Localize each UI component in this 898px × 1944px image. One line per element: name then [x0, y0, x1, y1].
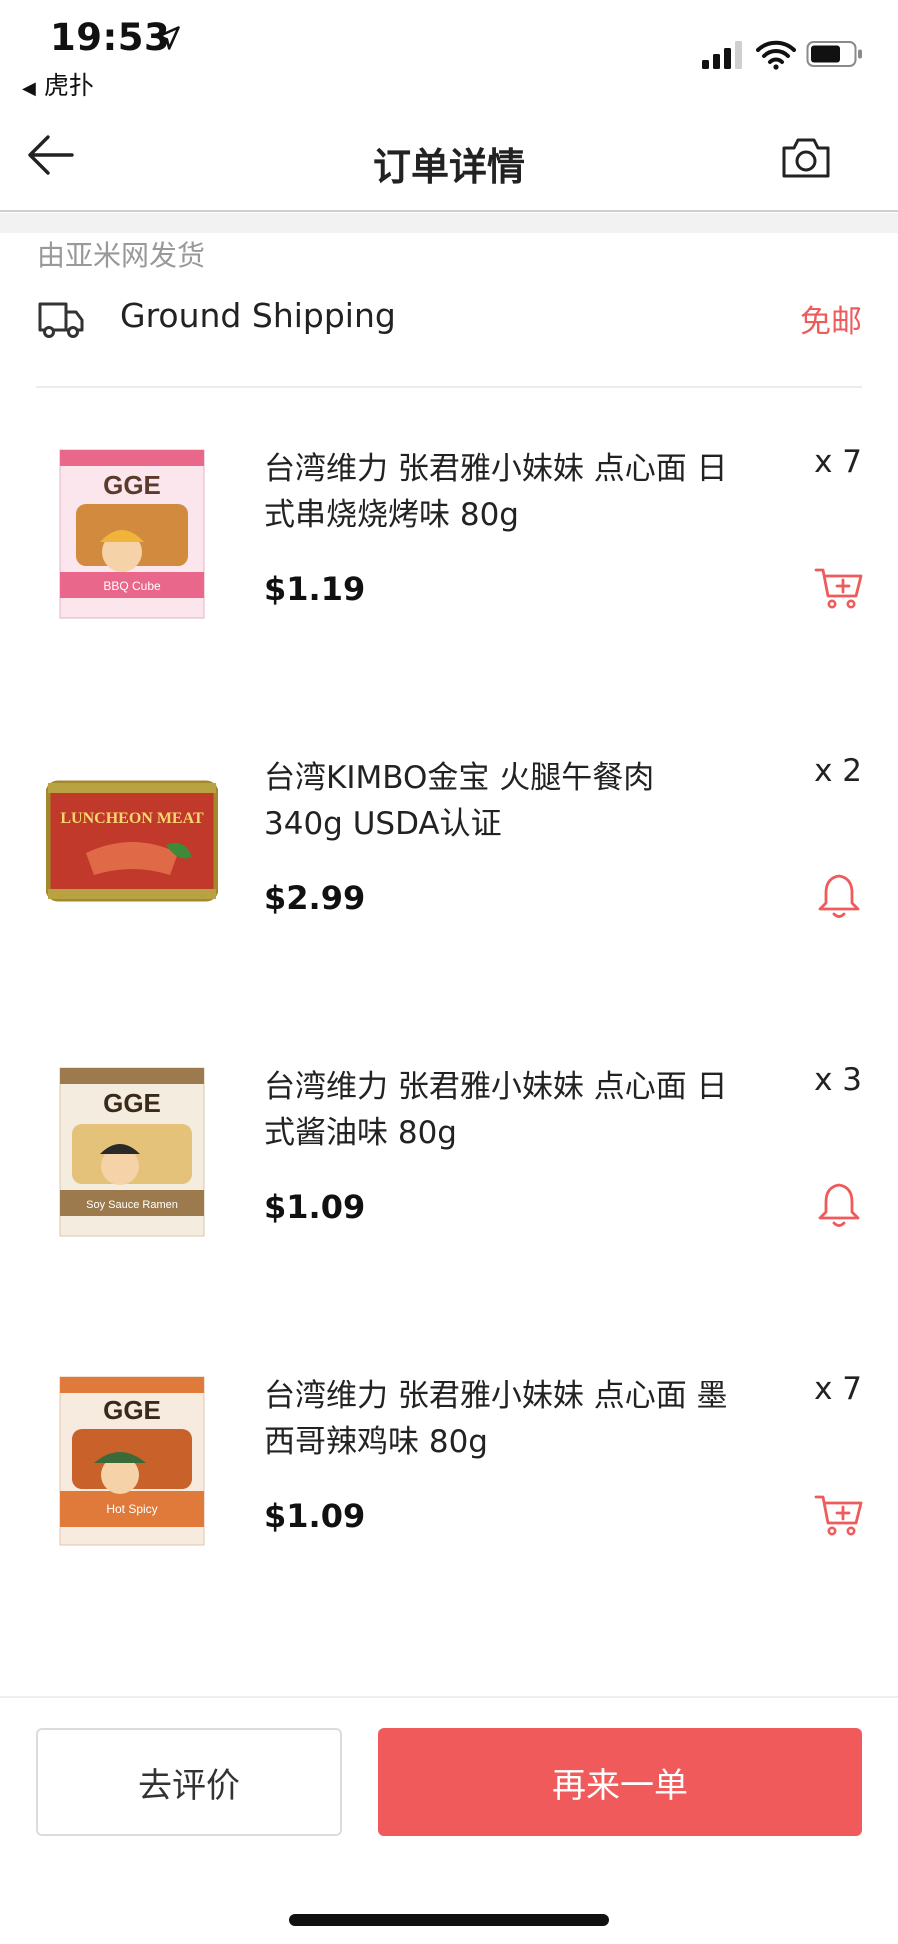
item-name[interactable]: 台湾维力 张君雅小妹妹 点心面 日式酱油味 80g — [264, 1064, 734, 1156]
bell-icon[interactable] — [814, 871, 864, 921]
package-brand-text: GGE — [103, 470, 161, 500]
package-brand-text: LUNCHEON MEAT — [60, 810, 204, 827]
item-price: $2.99 — [264, 879, 366, 917]
order-item[interactable]: GGE Soy Sauce Ramen 台湾维力 张君雅小妹妹 点心面 日式酱油… — [0, 1006, 898, 1315]
wifi-icon — [756, 40, 796, 70]
back-app-label: 虎扑 — [43, 71, 94, 100]
item-price: $1.09 — [264, 1497, 366, 1535]
cellular-signal-icon — [702, 41, 742, 69]
item-quantity: x 7 — [814, 1371, 862, 1407]
order-item[interactable]: GGE Hot Spicy 台湾维力 张君雅小妹妹 点心面 墨西哥辣鸡味 80g… — [0, 1315, 898, 1624]
item-price: $1.19 — [264, 570, 366, 608]
item-name[interactable]: 台湾维力 张君雅小妹妹 点心面 日式串烧烧烤味 80g — [264, 446, 734, 538]
add-to-cart-icon[interactable] — [814, 562, 864, 612]
package-flavor-text: Soy Sauce Ramen — [86, 1199, 178, 1211]
product-thumbnail[interactable]: GGE BBQ Cube — [46, 444, 218, 624]
package-brand-text: GGE — [103, 1088, 161, 1118]
product-thumbnail[interactable]: GGE Hot Spicy — [46, 1371, 218, 1551]
shipping-method-row: Ground Shipping 免邮 — [0, 290, 898, 380]
package-flavor-text: BBQ Cube — [103, 579, 161, 593]
item-price: $1.09 — [264, 1188, 366, 1226]
order-items-list: GGE BBQ Cube 台湾维力 张君雅小妹妹 点心面 日式串烧烧烤味 80g… — [0, 388, 898, 1696]
reorder-button[interactable]: 再来一单 — [378, 1728, 862, 1836]
item-quantity: x 7 — [814, 444, 862, 480]
item-quantity: x 2 — [814, 753, 862, 789]
package-flavor-text: Hot Spicy — [106, 1502, 157, 1516]
location-arrow-icon — [156, 26, 180, 50]
package-brand-text: GGE — [103, 1395, 161, 1425]
back-triangle-icon: ◀ — [22, 78, 36, 99]
shipper-label: 由亚米网发货 — [37, 239, 206, 272]
order-item[interactable]: LUNCHEON MEAT 台湾KIMBO金宝 火腿午餐肉 340g USDA认… — [0, 697, 898, 1006]
page-title: 订单详情 — [372, 145, 525, 189]
product-thumbnail[interactable]: GGE Soy Sauce Ramen — [46, 1062, 218, 1242]
section-separator — [0, 213, 898, 233]
status-time: 19:53 — [50, 16, 171, 59]
review-button[interactable]: 去评价 — [36, 1728, 342, 1836]
bell-icon[interactable] — [814, 1180, 864, 1230]
order-item[interactable]: GGE BBQ Cube 台湾维力 张君雅小妹妹 点心面 日式串烧烧烤味 80g… — [0, 388, 898, 697]
add-to-cart-icon[interactable] — [814, 1489, 864, 1539]
item-quantity: x 3 — [814, 1062, 862, 1098]
status-bar: 19:53 ◀ 虎扑 — [0, 0, 898, 100]
shipping-method-label: Ground Shipping — [120, 296, 396, 335]
product-thumbnail[interactable]: LUNCHEON MEAT — [46, 753, 218, 933]
item-name[interactable]: 台湾KIMBO金宝 火腿午餐肉 340g USDA认证 — [264, 755, 734, 847]
home-indicator[interactable] — [289, 1914, 609, 1926]
item-name[interactable]: 台湾维力 张君雅小妹妹 点心面 墨西哥辣鸡味 80g — [264, 1373, 734, 1465]
shipping-fee: 免邮 — [800, 304, 862, 340]
bottom-action-bar: 去评价 再来一单 — [0, 1696, 898, 1944]
back-to-app-link[interactable]: ◀ 虎扑 — [22, 66, 94, 102]
battery-icon — [806, 41, 862, 67]
nav-bar: 订单详情 — [0, 100, 898, 212]
truck-icon — [38, 302, 84, 338]
camera-icon[interactable] — [780, 134, 832, 180]
